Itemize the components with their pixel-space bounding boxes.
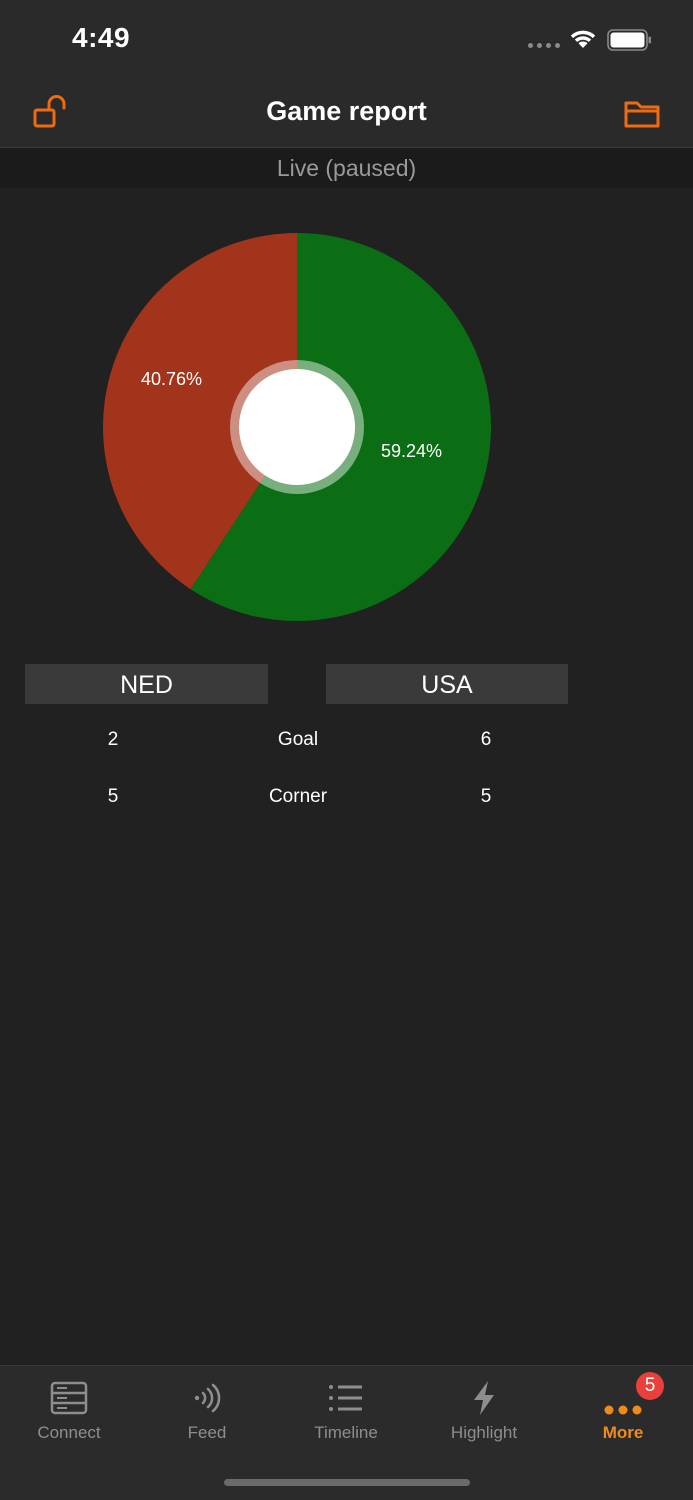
tab-label: More [602,1423,644,1442]
list-icon [329,1385,362,1411]
possession-pie-chart: 59.24% 40.76% [102,232,492,622]
status-time: 4:49 [72,22,131,53]
broadcast-icon [194,1383,221,1413]
cellular-signal-icon [528,43,562,49]
pie-hole [239,369,355,485]
battery-icon [607,29,651,51]
team-away-header: USA [326,664,568,704]
server-icon [50,1381,88,1415]
stat-home-value: 5 [107,786,119,807]
tab-more[interactable]: More [554,1366,692,1466]
pie-chart-svg [102,233,491,621]
wifi-icon [570,30,596,48]
stat-away-value: 6 [480,729,492,750]
stat-home-value: 2 [107,729,119,750]
navigation-bar: Game report [0,80,693,148]
bolt-icon [474,1381,494,1415]
live-status: Live (paused) [0,148,693,188]
stat-label: Goal [277,729,319,750]
tab-connect[interactable]: Connect [0,1366,138,1466]
stat-label: Corner [268,786,328,807]
folder-icon[interactable] [622,94,662,134]
tab-highlight[interactable]: Highlight [415,1366,553,1466]
stat-away-value: 5 [480,786,492,807]
tab-label: Timeline [314,1423,378,1442]
tab-label: Highlight [450,1423,518,1442]
status-bar: 4:49 [0,0,693,80]
stat-row-goal: 2 Goal 6 [0,729,693,759]
team-home-header: NED [25,664,268,704]
tab-label: Feed [187,1423,227,1442]
stat-row-corner: 5 Corner 5 [0,786,693,816]
pie-label-away-share: 40.76% [141,369,203,389]
home-indicator[interactable] [224,1479,470,1486]
tab-label: Connect [37,1423,101,1442]
tab-feed[interactable]: Feed [138,1366,276,1466]
page-title: Game report [266,96,427,126]
notification-badge: 5 [636,1372,664,1400]
tab-timeline[interactable]: Timeline [277,1366,415,1466]
pie-label-home-share: 59.24% [381,441,443,461]
